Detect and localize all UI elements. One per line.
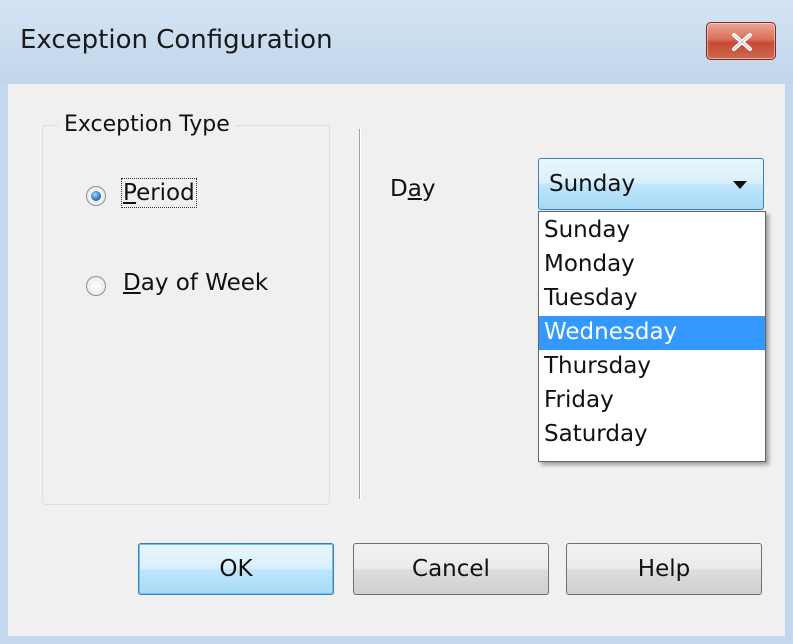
dropdown-item-thursday[interactable]: Thursday [539, 350, 765, 384]
dropdown-item-tuesday[interactable]: Tuesday [539, 282, 765, 316]
period-mnemonic: P [123, 180, 137, 206]
chevron-down-icon[interactable] [733, 181, 747, 189]
day-combobox-value: Sunday [549, 171, 636, 197]
period-label-rest: eriod [136, 180, 195, 206]
day-combobox[interactable]: Sunday [538, 158, 764, 210]
period-radio[interactable] [86, 186, 106, 206]
dropdown-item-sunday[interactable]: Sunday [539, 214, 765, 248]
dropdown-item-wednesday[interactable]: Wednesday [539, 316, 765, 350]
day-label-post: y [421, 176, 436, 202]
day-of-week-radio[interactable] [86, 276, 106, 296]
cancel-button[interactable]: Cancel [353, 543, 549, 595]
dropdown-item-monday[interactable]: Monday [539, 248, 765, 282]
day-label-pre: D [390, 176, 408, 202]
exception-type-legend: Exception Type [58, 112, 236, 137]
period-label[interactable]: Period [121, 178, 197, 208]
dialog-window: Exception Configuration Exception Type P… [0, 0, 793, 644]
close-icon [732, 33, 752, 51]
dialog-content: Exception Type Period Day of Week Day Su… [8, 84, 785, 636]
day-label-mnemonic: a [407, 176, 422, 202]
day-of-week-label-rest: ay of Week [140, 270, 269, 296]
title-bar[interactable]: Exception Configuration [0, 0, 793, 84]
close-button[interactable] [706, 22, 776, 60]
day-dropdown-list: Sunday Monday Tuesday Wednesday Thursday… [538, 211, 766, 462]
day-of-week-label[interactable]: Day of Week [123, 270, 268, 296]
day-label: Day [390, 176, 435, 202]
dropdown-item-saturday[interactable]: Saturday [539, 418, 765, 452]
day-of-week-mnemonic: D [123, 270, 141, 296]
dropdown-item-friday[interactable]: Friday [539, 384, 765, 418]
help-button[interactable]: Help [566, 543, 762, 595]
ok-button[interactable]: OK [138, 543, 334, 595]
dialog-title: Exception Configuration [20, 25, 333, 55]
vertical-divider [359, 129, 360, 499]
